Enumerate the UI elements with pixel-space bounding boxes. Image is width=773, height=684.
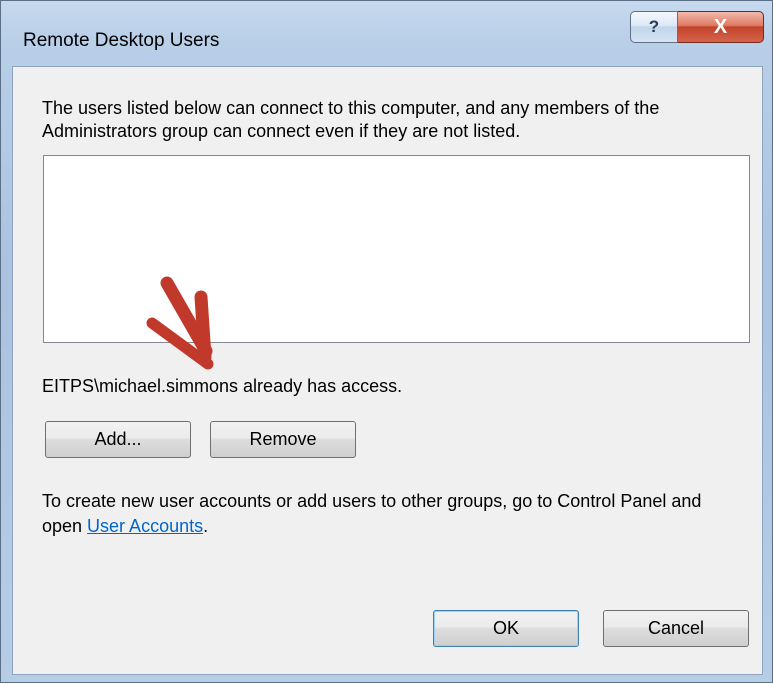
user-accounts-link[interactable]: User Accounts (87, 516, 203, 536)
close-button[interactable]: X (678, 11, 764, 43)
ok-button[interactable]: OK (433, 610, 579, 647)
help-text: To create new user accounts or add users… (42, 489, 742, 539)
add-button[interactable]: Add... (45, 421, 191, 458)
window-title: Remote Desktop Users (23, 30, 220, 51)
description-text: The users listed below can connect to th… (42, 98, 660, 141)
close-icon: X (713, 15, 728, 38)
dialog-client-area: The users listed below can connect to th… (12, 66, 763, 675)
help-button[interactable]: ? (630, 11, 678, 43)
title-bar[interactable]: Remote Desktop Users ? X (1, 1, 773, 71)
caption-buttons: ? X (630, 11, 764, 45)
help-icon: ? (648, 17, 660, 36)
status-message: EITPS\michael.simmons already has access… (42, 376, 403, 396)
user-list[interactable] (43, 155, 750, 343)
dialog-window: Remote Desktop Users ? X The users liste… (0, 0, 773, 683)
cancel-button[interactable]: Cancel (603, 610, 749, 647)
remove-button[interactable]: Remove (210, 421, 356, 458)
help-text-end: . (203, 516, 209, 536)
